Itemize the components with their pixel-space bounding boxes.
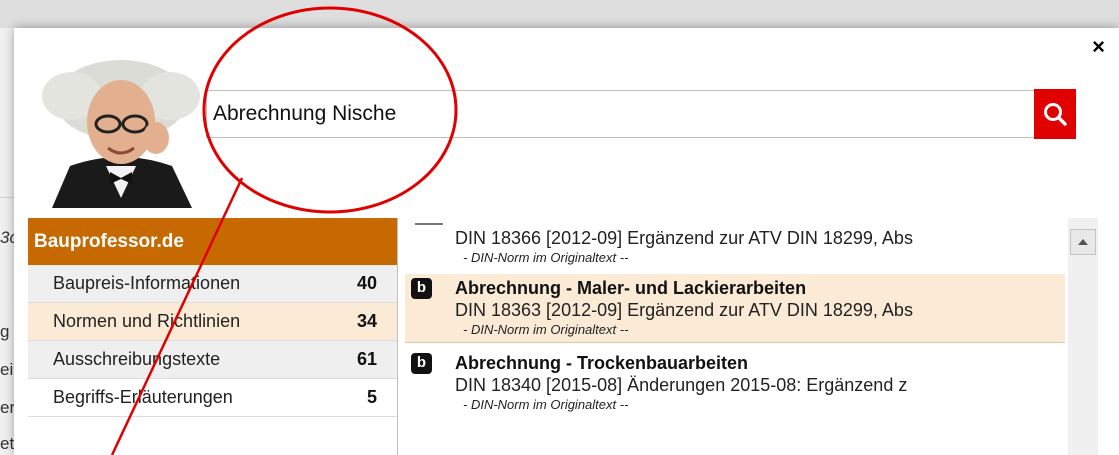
category-count: 40	[356, 273, 377, 293]
bauprofessor-b-icon: b	[411, 353, 432, 374]
triangle-up-icon	[1078, 239, 1088, 245]
search-input[interactable]	[207, 91, 1033, 137]
background-header-band	[0, 0, 1119, 28]
background-text-fragment: g	[0, 322, 10, 341]
result-item[interactable]: b Abrechnung - Trockenbauarbeiten DIN 18…	[405, 349, 1065, 417]
category-item-baupreis[interactable]: Baupreis-Informationen 40	[28, 265, 397, 303]
result-description: DIN 18363 [2012-09] Ergänzend zur ATV DI…	[455, 300, 913, 320]
category-label: Baupreis-Informationen	[53, 273, 241, 293]
result-source: - DIN-Norm im Originaltext --	[463, 397, 629, 412]
category-count: 61	[356, 349, 377, 369]
results-list: DIN 18366 [2012-09] Ergänzend zur ATV DI…	[405, 218, 1065, 455]
background-text-fragment: ei	[0, 360, 14, 379]
category-label: Begriffs-Erläuterungen	[53, 387, 233, 407]
background-text-fragment: 3c	[0, 228, 14, 247]
result-source: - DIN-Norm im Originaltext --	[463, 322, 629, 337]
result-title: Abrechnung - Maler- und Lackierarbeiten	[455, 278, 807, 298]
result-item[interactable]: DIN 18366 [2012-09] Ergänzend zur ATV DI…	[405, 218, 1065, 270]
category-item-begriffe[interactable]: Begriffs-Erläuterungen 5	[28, 379, 397, 417]
professor-mascot-image	[42, 60, 200, 208]
close-button[interactable]: ×	[1092, 36, 1105, 58]
background-divider	[0, 197, 14, 198]
category-label: Normen und Richtlinien	[53, 311, 241, 331]
category-count: 5	[366, 387, 377, 407]
search-button[interactable]	[1034, 89, 1076, 139]
result-description: DIN 18366 [2012-09] Ergänzend zur ATV DI…	[455, 228, 913, 248]
result-item[interactable]: b Abrechnung - Maler- und Lackierarbeite…	[405, 274, 1065, 343]
bauprofessor-b-icon: b	[411, 278, 432, 299]
search-popup: × Bauprofessor.de Baupreis-Informatio	[14, 28, 1119, 455]
background-text-fragment: et	[0, 434, 14, 453]
category-item-normen[interactable]: Normen und Richtlinien 34	[28, 303, 397, 341]
result-title: Abrechnung - Trockenbauarbeiten	[455, 353, 749, 373]
category-header: Bauprofessor.de	[28, 218, 397, 265]
search-field-wrapper	[206, 90, 1072, 138]
category-item-ausschreibung[interactable]: Ausschreibungstexte 61	[28, 341, 397, 379]
result-icon-partial	[415, 218, 443, 225]
category-panel: Bauprofessor.de Baupreis-Informationen 4…	[28, 218, 398, 455]
search-icon	[1044, 103, 1067, 126]
result-source: - DIN-Norm im Originaltext --	[463, 250, 629, 265]
result-description: DIN 18340 [2015-08] Änderungen 2015-08: …	[455, 375, 908, 395]
scroll-up-button[interactable]	[1070, 229, 1096, 255]
background-text-fragment: er	[0, 398, 14, 417]
category-count: 34	[356, 311, 377, 331]
category-label: Ausschreibungstexte	[53, 349, 221, 369]
